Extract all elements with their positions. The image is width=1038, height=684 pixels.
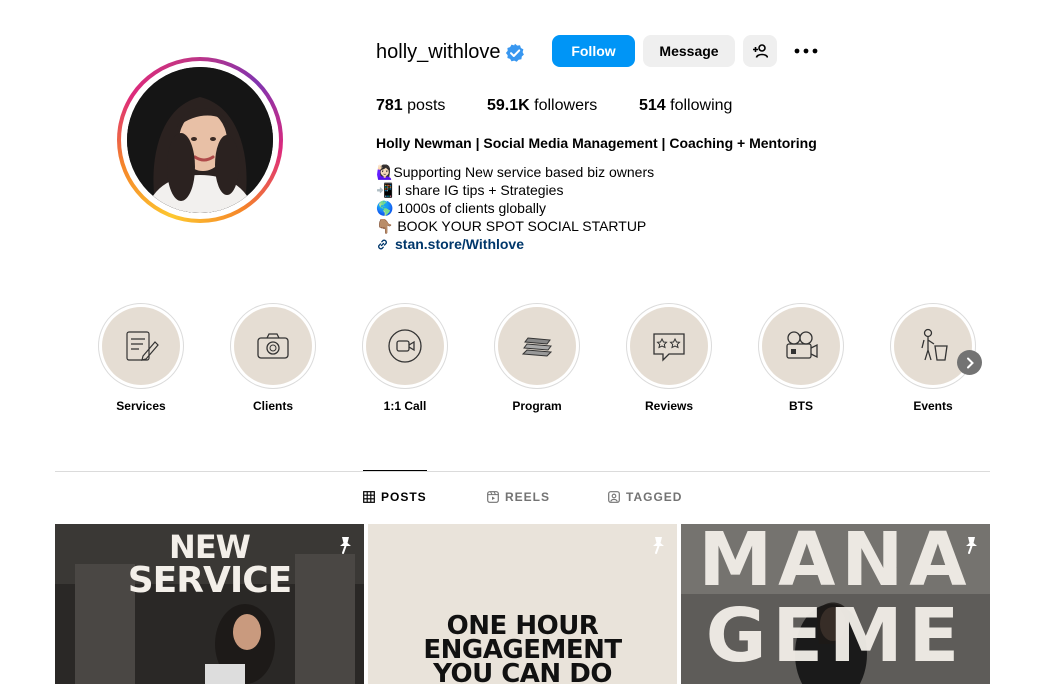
highlight-reviews[interactable]: Reviews [626, 303, 712, 413]
highlight-events[interactable]: Events [890, 303, 976, 413]
highlight-label: Program [512, 399, 562, 413]
video-call-icon [388, 329, 422, 363]
bio-line: 🙋🏻‍♀️Supporting New service based biz ow… [376, 164, 655, 180]
post-title-line: NEW [169, 528, 251, 566]
film-camera-icon [786, 331, 818, 359]
tab-reels[interactable]: REELS [487, 490, 550, 504]
posts-stat: 781 posts [376, 96, 445, 116]
following-stat[interactable]: 514 following [639, 96, 732, 116]
reels-icon [487, 491, 499, 503]
highlight-label: Services [116, 399, 166, 413]
link-icon [378, 239, 387, 249]
highlights-next-button[interactable] [957, 350, 982, 375]
post-title-line: MANA [698, 524, 973, 603]
tab-posts[interactable]: POSTS [363, 490, 427, 504]
highlight-label: Reviews [644, 399, 694, 413]
tab-label: POSTS [381, 490, 427, 504]
camera-icon [257, 333, 289, 359]
following-count: 514 [639, 97, 666, 114]
post-tile[interactable]: MANA GEME [681, 524, 990, 684]
profile-username: holly_withlove [376, 41, 501, 63]
highlight-label: Events [913, 399, 953, 413]
grid-icon [363, 491, 375, 503]
bio-line: 📲 I share IG tips + Strategies [376, 182, 564, 198]
highlight-label: Clients [252, 399, 293, 413]
followers-label: followers [534, 97, 598, 114]
post-title-line: GEME [705, 593, 966, 679]
tagged-person-icon [608, 491, 620, 503]
highlight-bts[interactable]: BTS [758, 303, 844, 413]
bio-line: 👇🏽 BOOK YOUR SPOT SOCIAL STARTUP [376, 218, 647, 234]
pin-icon [966, 537, 977, 554]
more-options-button[interactable] [792, 38, 820, 64]
profile-avatar[interactable] [117, 57, 283, 223]
verified-badge-icon [505, 43, 524, 62]
pin-icon [653, 537, 664, 554]
highlight-call[interactable]: 1:1 Call [362, 303, 448, 413]
highlight-program[interactable]: Program [494, 303, 580, 413]
posts-count: 781 [376, 97, 403, 114]
bio-line: 🌎 1000s of clients globally [376, 200, 546, 216]
highlight-clients[interactable]: Clients [230, 303, 316, 413]
following-label: following [670, 97, 733, 114]
suggested-accounts-button[interactable] [743, 35, 777, 67]
pin-icon [340, 537, 351, 554]
highlight-label: 1:1 Call [383, 399, 427, 413]
star-speech-icon [653, 333, 685, 362]
document-pen-icon [126, 331, 159, 361]
followers-stat[interactable]: 59.1K followers [487, 96, 597, 116]
tab-tagged[interactable]: TAGGED [608, 490, 682, 504]
tab-label: REELS [505, 490, 551, 504]
highlight-label: BTS [789, 399, 813, 413]
bio-link[interactable]: stan.store/Withlove [376, 235, 524, 253]
profile-photo [127, 67, 273, 213]
add-person-icon [753, 44, 768, 58]
highlight-services[interactable]: Services [98, 303, 184, 413]
tab-label: TAGGED [626, 490, 683, 504]
active-tab-indicator [363, 470, 427, 471]
books-stack-icon [521, 337, 553, 357]
chevron-right-icon [966, 357, 974, 368]
post-title-line: SERVICE [127, 560, 293, 601]
more-dots-icon [794, 48, 818, 54]
tabs-divider [55, 471, 990, 472]
speaker-podium-icon [921, 328, 948, 361]
bio-link-text: stan.store/Withlove [395, 236, 525, 252]
profile-full-name: Holly Newman | Social Media Management |… [376, 135, 817, 151]
posts-label: posts [407, 97, 446, 114]
message-button[interactable]: Message [643, 35, 735, 67]
post-tile[interactable]: NEW SERVICE [55, 524, 364, 684]
post-tile[interactable]: ONE HOUR ENGAGEMENT YOU CAN DO [368, 524, 677, 684]
followers-count: 59.1K [487, 97, 530, 114]
follow-button[interactable]: Follow [552, 35, 635, 67]
